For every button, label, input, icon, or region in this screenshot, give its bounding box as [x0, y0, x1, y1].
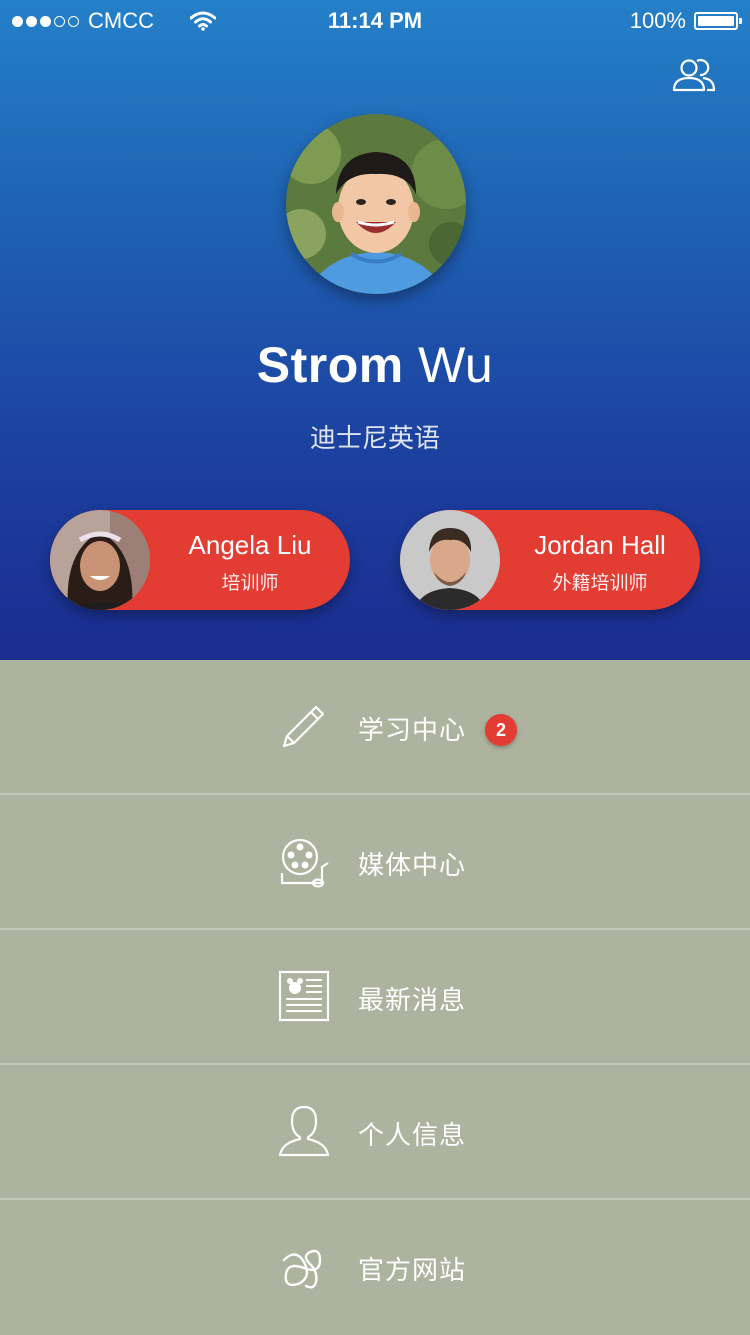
main-menu: 学习中心 媒体中心 最新消息 个人信息 官方网站 [0, 660, 750, 1335]
website-logo-icon [282, 1249, 322, 1289]
battery-percent: 100% [629, 8, 686, 33]
menu-item-personal-info[interactable]: 个人信息 [0, 1065, 750, 1200]
trainer-card-jordan[interactable]: Jordan Hall 外籍培训师 [400, 510, 700, 610]
battery-icon [694, 12, 742, 30]
menu-label: 官方网站 [358, 1256, 467, 1286]
trainer-role: 外籍培训师 [552, 572, 648, 594]
profile-name: Strom Wu [0, 336, 750, 394]
trainer-name: Jordan Hall [534, 530, 666, 560]
profile-header: CMCC 11:14 PM 100% Strom Wu 迪士尼英语 Angela… [0, 0, 750, 660]
last-name: Wu [418, 337, 494, 393]
menu-item-learning-center[interactable]: 学习中心 [0, 660, 750, 795]
trainer-role: 培训师 [221, 572, 279, 594]
notification-badge: 2 [485, 714, 517, 746]
trainer-name: Angela Liu [188, 530, 312, 560]
school-name: 迪士尼英语 [309, 424, 440, 454]
group-users-icon[interactable] [670, 56, 718, 96]
menu-label: 媒体中心 [358, 851, 467, 881]
status-bar: CMCC 11:14 PM 100% [0, 0, 750, 40]
trainer-card-angela[interactable]: Angela Liu 培训师 [50, 510, 350, 610]
trainer-avatar [400, 510, 500, 610]
menu-label: 学习中心 [358, 716, 467, 746]
menu-item-official-website[interactable]: 官方网站 [0, 1200, 750, 1335]
trainer-avatar [50, 510, 150, 610]
menu-label: 最新消息 [358, 986, 467, 1016]
menu-item-media-center[interactable]: 媒体中心 [0, 795, 750, 930]
first-name: Strom [256, 337, 404, 393]
person-icon [278, 1105, 330, 1157]
menu-item-latest-news[interactable]: 最新消息 [0, 930, 750, 1065]
child-photo [286, 114, 466, 294]
trainer-photo [400, 510, 500, 610]
pencil-icon [282, 705, 325, 748]
film-reel-music-icon [280, 838, 329, 888]
trainer-photo [50, 510, 150, 610]
profile-avatar[interactable] [286, 114, 466, 294]
newspaper-icon [278, 970, 330, 1022]
menu-label: 个人信息 [358, 1121, 467, 1151]
